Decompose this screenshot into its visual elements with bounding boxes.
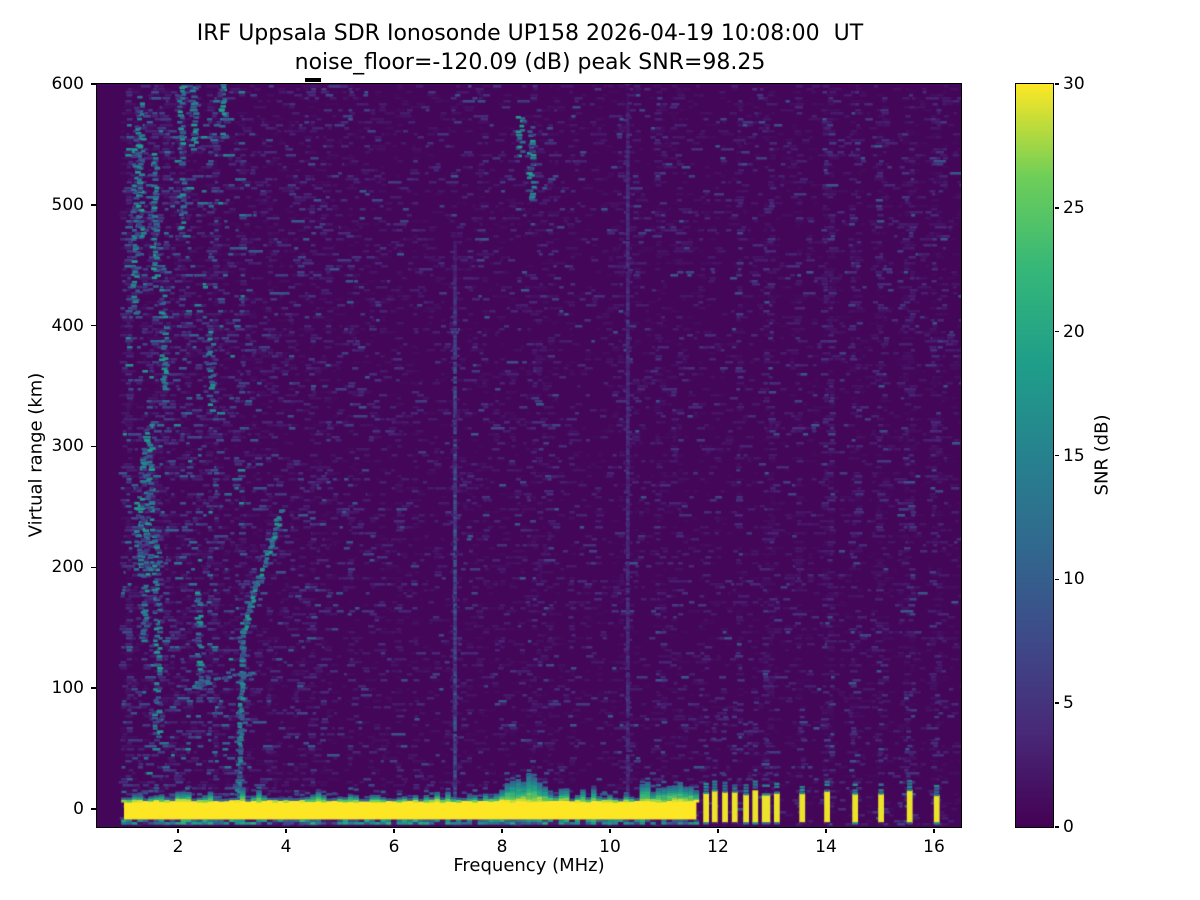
chart-subtitle: noise_floor=-120.09 (dB) peak SNR=98.25	[294, 50, 766, 75]
ionogram-canvas	[96, 83, 961, 827]
x-axis-label: Frequency (MHz)	[453, 855, 605, 876]
colorbar-canvas	[1015, 83, 1053, 827]
colorbar-tick-label: 0	[1063, 817, 1074, 837]
x-tick-label: 16	[923, 837, 945, 857]
colorbar-label: SNR (dB)	[1091, 414, 1113, 496]
chart-title: IRF Uppsala SDR Ionosonde UP158 2026-04-…	[196, 21, 864, 46]
colorbar-tick-label: 5	[1063, 693, 1074, 714]
colorbar-tick-label: 30	[1063, 74, 1085, 94]
y-tick-mark	[91, 808, 96, 810]
y-tick-label: 500	[51, 194, 84, 215]
y-tick-label: 600	[51, 74, 84, 94]
y-tick-mark	[91, 83, 96, 85]
x-tick-mark	[717, 828, 719, 833]
no-data-marker	[304, 77, 322, 82]
colorbar-tick-mark	[1054, 330, 1059, 333]
y-tick-mark	[91, 566, 96, 568]
y-tick-label: 300	[51, 436, 84, 457]
colorbar-tick-mark	[1054, 454, 1059, 457]
x-tick-label: 14	[815, 837, 837, 857]
x-tick-mark	[393, 828, 395, 833]
x-tick-label: 8	[496, 837, 508, 857]
x-tick-label: 10	[599, 837, 621, 857]
colorbar-tick-mark	[1054, 578, 1059, 581]
y-tick-label: 400	[51, 315, 84, 336]
y-tick-mark	[91, 445, 96, 448]
colorbar-tick-mark	[1054, 207, 1059, 209]
colorbar-tick-label: 15	[1063, 445, 1085, 466]
figure: IRF Uppsala SDR Ionosonde UP158 2026-04-…	[0, 0, 1200, 900]
y-tick-mark	[91, 324, 96, 327]
colorbar	[1014, 82, 1054, 828]
x-tick-mark	[285, 828, 287, 833]
x-tick-mark	[501, 828, 503, 833]
colorbar-tick-mark	[1054, 702, 1059, 704]
y-tick-label: 100	[51, 678, 84, 699]
x-tick-label: 4	[280, 837, 292, 857]
plot-area	[95, 82, 962, 828]
x-tick-mark	[609, 828, 611, 833]
y-tick-mark	[91, 687, 96, 689]
colorbar-tick-label: 20	[1063, 321, 1085, 342]
x-tick-mark	[825, 828, 827, 833]
x-tick-mark	[177, 828, 179, 833]
colorbar-tick-label: 10	[1063, 569, 1085, 590]
colorbar-tick-mark	[1054, 826, 1059, 828]
y-tick-mark	[91, 204, 96, 206]
x-tick-label: 12	[707, 837, 729, 857]
x-tick-label: 6	[388, 837, 400, 857]
y-tick-label: 0	[73, 798, 84, 819]
colorbar-tick-label: 25	[1063, 197, 1085, 218]
x-tick-label: 2	[172, 837, 184, 857]
x-tick-mark	[933, 828, 935, 833]
colorbar-tick-mark	[1054, 83, 1059, 85]
y-tick-label: 200	[51, 557, 84, 578]
